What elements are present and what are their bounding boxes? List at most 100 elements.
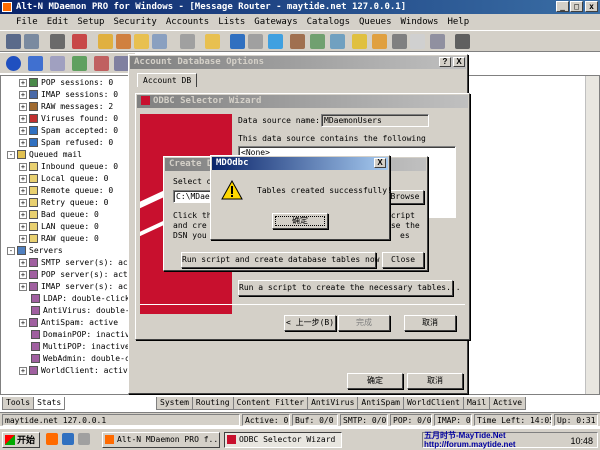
- expand-icon[interactable]: +: [19, 114, 27, 123]
- mail-icon[interactable]: [152, 34, 167, 49]
- close-button[interactable]: X: [374, 158, 386, 168]
- tab-tools[interactable]: Tools: [2, 397, 35, 410]
- user-icon[interactable]: [72, 34, 87, 49]
- tree-item[interactable]: + POP server(s): acti: [19, 269, 133, 281]
- menu-queues[interactable]: Queues: [359, 17, 392, 27]
- menu-help[interactable]: Help: [447, 17, 469, 27]
- printer-icon[interactable]: [24, 34, 39, 49]
- tab-mail[interactable]: Mail: [462, 397, 491, 410]
- clip-icon[interactable]: [430, 34, 445, 49]
- group-icon[interactable]: [116, 34, 131, 49]
- menu-lists[interactable]: Lists: [218, 17, 245, 27]
- queue-icon[interactable]: [28, 56, 43, 71]
- tab-stats[interactable]: Stats: [33, 397, 66, 410]
- tree-item[interactable]: + LAN queue: 0: [19, 221, 99, 233]
- menu-edit[interactable]: Edit: [47, 17, 69, 27]
- window-icon[interactable]: [114, 56, 129, 71]
- expand-icon[interactable]: +: [19, 126, 27, 135]
- menu-catalogs[interactable]: Catalogs: [307, 17, 350, 27]
- tab-antispam[interactable]: AntiSpam: [357, 397, 404, 410]
- close-button[interactable]: X: [453, 57, 465, 67]
- tab-active[interactable]: Active: [489, 397, 527, 410]
- tree-item[interactable]: + Remote queue: 0: [19, 185, 113, 197]
- cancel-button[interactable]: 取消: [407, 373, 463, 389]
- finish-button[interactable]: 完成: [338, 315, 390, 331]
- tree-item[interactable]: + Inbound queue: 0: [19, 161, 118, 173]
- expand-icon[interactable]: +: [19, 234, 27, 243]
- tree-item[interactable]: + Spam refused: 0: [19, 137, 113, 149]
- collapse-icon[interactable]: -: [7, 150, 15, 159]
- expand-icon[interactable]: +: [19, 222, 27, 231]
- tab-routing[interactable]: Routing: [191, 397, 234, 410]
- tree-item[interactable]: - Queued mail: [7, 149, 82, 161]
- expand-icon[interactable]: +: [19, 78, 27, 87]
- expand-icon[interactable]: +: [19, 198, 27, 207]
- ie-icon[interactable]: [62, 433, 74, 445]
- menu-gateways[interactable]: Gateways: [254, 17, 297, 27]
- minimize-button[interactable]: _: [556, 1, 569, 12]
- cancel-button[interactable]: 取消: [404, 315, 456, 331]
- tree-item[interactable]: MultiPOP: inactive: [19, 341, 130, 353]
- globe-icon[interactable]: [230, 34, 245, 49]
- expand-icon[interactable]: +: [19, 162, 27, 171]
- document-icon[interactable]: [410, 34, 425, 49]
- tree-item[interactable]: + IMAP sessions: 0: [19, 89, 118, 101]
- folder-icon[interactable]: [205, 34, 220, 49]
- collapse-icon[interactable]: -: [7, 246, 15, 255]
- expand-icon[interactable]: +: [19, 174, 27, 183]
- expand-icon[interactable]: +: [19, 102, 27, 111]
- desktop-icon[interactable]: [78, 433, 90, 445]
- help-button[interactable]: ?: [439, 57, 451, 67]
- run-script-button[interactable]: Run a script to create the necessary tab…: [238, 280, 461, 296]
- stop-icon[interactable]: [94, 56, 109, 71]
- expand-icon[interactable]: +: [19, 366, 27, 375]
- expand-icon[interactable]: +: [19, 90, 27, 99]
- network-icon[interactable]: [330, 34, 345, 49]
- expand-icon[interactable]: +: [19, 210, 27, 219]
- tree-item[interactable]: DomainPOP: inactive: [19, 329, 134, 341]
- task-odbc-wizard[interactable]: ODBC Selector Wizard: [224, 432, 342, 448]
- tree-item[interactable]: + Bad queue: 0: [19, 209, 99, 221]
- menu-accounts[interactable]: Accounts: [166, 17, 209, 27]
- tree-item[interactable]: + AntiSpam: active: [19, 317, 118, 329]
- tree-item[interactable]: AntiVirus: double-c: [19, 305, 134, 317]
- run-script-create-button[interactable]: Run script and create database tables no…: [181, 252, 379, 268]
- tree-item[interactable]: + Retry queue: 0: [19, 197, 108, 209]
- menu-file[interactable]: File: [16, 17, 38, 27]
- tree-item[interactable]: + Spam accepted: 0: [19, 125, 118, 137]
- tab-antivirus[interactable]: AntiVirus: [307, 397, 359, 410]
- log-icon[interactable]: [50, 56, 65, 71]
- tree-item[interactable]: - Servers: [7, 245, 63, 257]
- tree-item[interactable]: + WorldClient: active: [19, 365, 133, 377]
- tools-icon[interactable]: [50, 34, 65, 49]
- tree-item[interactable]: + Viruses found: 0: [19, 113, 118, 125]
- tree-item[interactable]: + SMTP server(s): act: [19, 257, 133, 269]
- clock-icon[interactable]: [352, 34, 367, 49]
- expand-icon[interactable]: +: [19, 186, 27, 195]
- tree-item[interactable]: + IMAP server(s): act: [19, 281, 133, 293]
- tree-item[interactable]: + RAW queue: 0: [19, 233, 99, 245]
- expand-icon[interactable]: +: [19, 318, 27, 327]
- expand-icon[interactable]: +: [19, 138, 27, 147]
- maximize-button[interactable]: □: [570, 1, 583, 12]
- ok-button[interactable]: 确定: [272, 213, 328, 229]
- tab-system[interactable]: System: [156, 397, 193, 410]
- network-icon[interactable]: [248, 34, 263, 49]
- pointer-icon[interactable]: [180, 34, 195, 49]
- close-button[interactable]: x: [585, 1, 598, 12]
- printer-icon[interactable]: [6, 34, 21, 49]
- tree-item[interactable]: + POP sessions: 0: [19, 77, 113, 89]
- filter-icon[interactable]: [290, 34, 305, 49]
- folder-icon[interactable]: [134, 34, 149, 49]
- close-button[interactable]: Close: [382, 252, 424, 268]
- tab-content-filter[interactable]: Content Filter: [232, 397, 309, 410]
- refresh-icon[interactable]: [72, 56, 87, 71]
- expand-icon[interactable]: +: [19, 282, 27, 291]
- ok-button[interactable]: 确定: [347, 373, 403, 389]
- log-icon[interactable]: [392, 34, 407, 49]
- tab-account-db[interactable]: Account DB: [137, 73, 198, 87]
- expand-icon[interactable]: +: [19, 258, 27, 267]
- task-mdaemon[interactable]: Alt-N MDaemon PRO f...: [102, 432, 220, 448]
- bell-icon[interactable]: [372, 34, 387, 49]
- menu-security[interactable]: Security: [113, 17, 156, 27]
